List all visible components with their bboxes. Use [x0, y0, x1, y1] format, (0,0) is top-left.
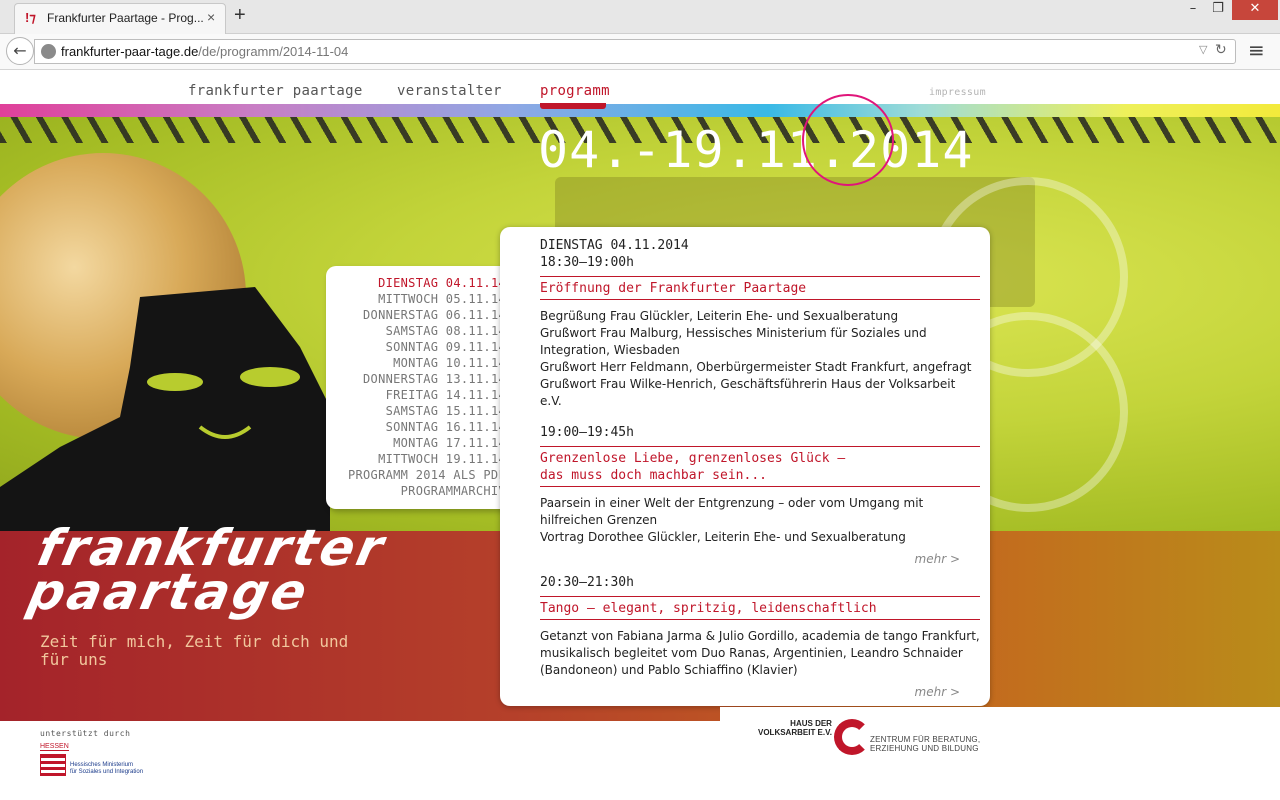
date-item[interactable]: FREITAG 14.11.14 — [348, 387, 506, 403]
event-time: 19:00–19:45h — [540, 425, 634, 440]
tab-close-icon[interactable]: × — [207, 9, 215, 25]
nav-link-frankfurter-paartage[interactable]: frankfurter paartage — [188, 83, 363, 99]
more-link[interactable]: mehr > — [540, 685, 980, 699]
event-title: Tango – elegant, spritzig, leidenschaftl… — [540, 596, 980, 620]
browser-navigation-bar: frankfurter-paar-tage.de/de/programm/201… — [0, 34, 1280, 70]
event-description: Paarsein in einer Welt der Entgrenzung –… — [540, 495, 980, 546]
url-domain: frankfurter-paar-tage.de — [61, 44, 199, 59]
festival-date-headline: 04.-19.11.2014 — [538, 121, 974, 179]
event-text-line: Grußwort Frau Wilke-Henrich, Geschäftsfü… — [540, 377, 956, 408]
highlight-ring — [802, 94, 894, 186]
pdf-program-link[interactable]: PROGRAMM 2014 ALS PDF — [348, 467, 506, 483]
program-archive-link[interactable]: PROGRAMMARCHIV — [348, 483, 506, 499]
date-item[interactable]: MITTWOCH 05.11.14 — [348, 291, 506, 307]
rainbow-stripe — [0, 104, 1280, 117]
hdv-subtitle: ZENTRUM FÜR BERATUNG, ERZIEHUNG UND BILD… — [870, 735, 980, 753]
date-list: DIENSTAG 04.11.14 MITTWOCH 05.11.14 DONN… — [348, 275, 506, 499]
date-item[interactable]: MITTWOCH 19.11.14 — [348, 451, 506, 467]
url-history-dropdown-icon[interactable]: ▽ — [1199, 43, 1207, 56]
nav-link-veranstalter[interactable]: veranstalter — [397, 83, 502, 99]
hdv-name: HAUS DER VOLKSARBEIT E.V. — [758, 719, 832, 737]
date-item[interactable]: MONTAG 10.11.14 — [348, 355, 506, 371]
date-item[interactable]: DONNERSTAG 06.11.14 — [348, 307, 506, 323]
organizer-logo[interactable]: HAUS DER VOLKSARBEIT E.V. ZENTRUM FÜR BE… — [720, 707, 1280, 800]
event-description: Getanzt von Fabiana Jarma & Julio Gordil… — [540, 628, 980, 679]
festival-logo-text: frankfurter paartage — [23, 519, 391, 621]
date-item-active[interactable]: DIENSTAG 04.11.14 — [348, 275, 506, 291]
hdv-line: VOLKSARBEIT E.V. — [758, 728, 832, 737]
browser-tab[interactable]: !⁊ Frankfurter Paartage - Prog... × — [14, 3, 226, 34]
active-nav-indicator — [540, 103, 606, 109]
date-menu: DIENSTAG 04.11.14 MITTWOCH 05.11.14 DONN… — [326, 266, 522, 509]
window-close-button[interactable]: ✕ — [1232, 0, 1278, 20]
date-item[interactable]: SAMSTAG 15.11.14 — [348, 403, 506, 419]
site-favicon-icon: !⁊ — [25, 10, 36, 25]
date-item[interactable]: MONTAG 17.11.14 — [348, 435, 506, 451]
event-title: Eröffnung der Frankfurter Paartage — [540, 276, 980, 300]
event-text-line: Grußwort Frau Malburg, Hessisches Minist… — [540, 326, 927, 357]
event-time: 18:30–19:00h — [540, 255, 634, 270]
window-maximize-button[interactable]: ❐ — [1203, 0, 1233, 20]
more-link[interactable]: mehr > — [540, 552, 980, 566]
date-item[interactable]: SONNTAG 09.11.14 — [348, 339, 506, 355]
hdv-line: HAUS DER — [790, 719, 832, 728]
event-text-line: Vortrag Dorothee Glückler, Leiterin Ehe-… — [540, 530, 906, 544]
event-title-line: Grenzenlose Liebe, grenzenloses Glück – — [540, 451, 846, 466]
hdv-subtitle-line: ZENTRUM FÜR BERATUNG, — [870, 735, 981, 744]
globe-icon — [41, 44, 56, 59]
nav-link-impressum[interactable]: impressum — [929, 87, 986, 98]
url-path: /de/programm/2014-11-04 — [198, 44, 349, 59]
web-page: frankfurter paartage veranstalter progra… — [0, 71, 1280, 800]
reload-icon[interactable]: ↻ — [1215, 42, 1227, 58]
hdv-subtitle-line: ERZIEHUNG UND BILDUNG — [870, 744, 979, 753]
browser-tab-bar: !⁊ Frankfurter Paartage - Prog... × + – … — [0, 0, 1280, 34]
nav-link-programm[interactable]: programm — [540, 83, 610, 99]
ministry-line: Hessisches Ministerium — [70, 762, 134, 768]
ministry-logo-text[interactable]: Hessisches Ministerium für Soziales und … — [70, 762, 160, 776]
hessen-crest-icon — [40, 754, 66, 776]
event-text-line: Begrüßung Frau Glückler, Leiterin Ehe- u… — [540, 309, 899, 323]
event-text-line: Getanzt von Fabiana Jarma & Julio Gordil… — [540, 629, 980, 677]
event-title-line: das muss doch machbar sein... — [540, 468, 767, 483]
date-item[interactable]: SAMSTAG 08.11.14 — [348, 323, 506, 339]
event-text-line: Grußwort Herr Feldmann, Oberbürgermeiste… — [540, 360, 972, 374]
site-main-nav: frankfurter paartage veranstalter progra… — [0, 83, 1280, 103]
tab-title: Frankfurter Paartage - Prog... — [47, 11, 204, 25]
url-text[interactable]: frankfurter-paar-tage.de/de/programm/201… — [61, 44, 348, 59]
event-text-line: Paarsein in einer Welt der Entgrenzung –… — [540, 496, 924, 527]
hamburger-menu-icon[interactable]: ≡ — [1248, 40, 1265, 60]
url-bar[interactable]: frankfurter-paar-tage.de/de/programm/201… — [34, 39, 1236, 64]
festival-tagline: Zeit für mich, Zeit für dich und für uns — [40, 632, 349, 669]
hdv-logo-icon — [834, 719, 870, 755]
new-tab-button[interactable]: + — [234, 4, 246, 27]
date-item[interactable]: SONNTAG 16.11.14 — [348, 419, 506, 435]
event-description: Begrüßung Frau Glückler, Leiterin Ehe- u… — [540, 308, 980, 410]
ministry-line: für Soziales und Integration — [70, 769, 144, 775]
sponsor-footer: unterstützt durch HESSEN Hessisches Mini… — [40, 729, 143, 776]
program-day-heading: DIENSTAG 04.11.2014 — [540, 238, 689, 253]
supported-by-label: unterstützt durch — [40, 729, 131, 738]
event-title: Grenzenlose Liebe, grenzenloses Glück – … — [540, 446, 980, 487]
program-card: DIENSTAG 04.11.2014 18:30–19:00h Eröffnu… — [500, 227, 990, 706]
back-button[interactable]: ← — [6, 37, 34, 65]
date-item[interactable]: DONNERSTAG 13.11.14 — [348, 371, 506, 387]
hessen-label: HESSEN — [40, 743, 69, 751]
event-time: 20:30–21:30h — [540, 575, 634, 590]
face-silhouette-graphic — [0, 287, 330, 531]
